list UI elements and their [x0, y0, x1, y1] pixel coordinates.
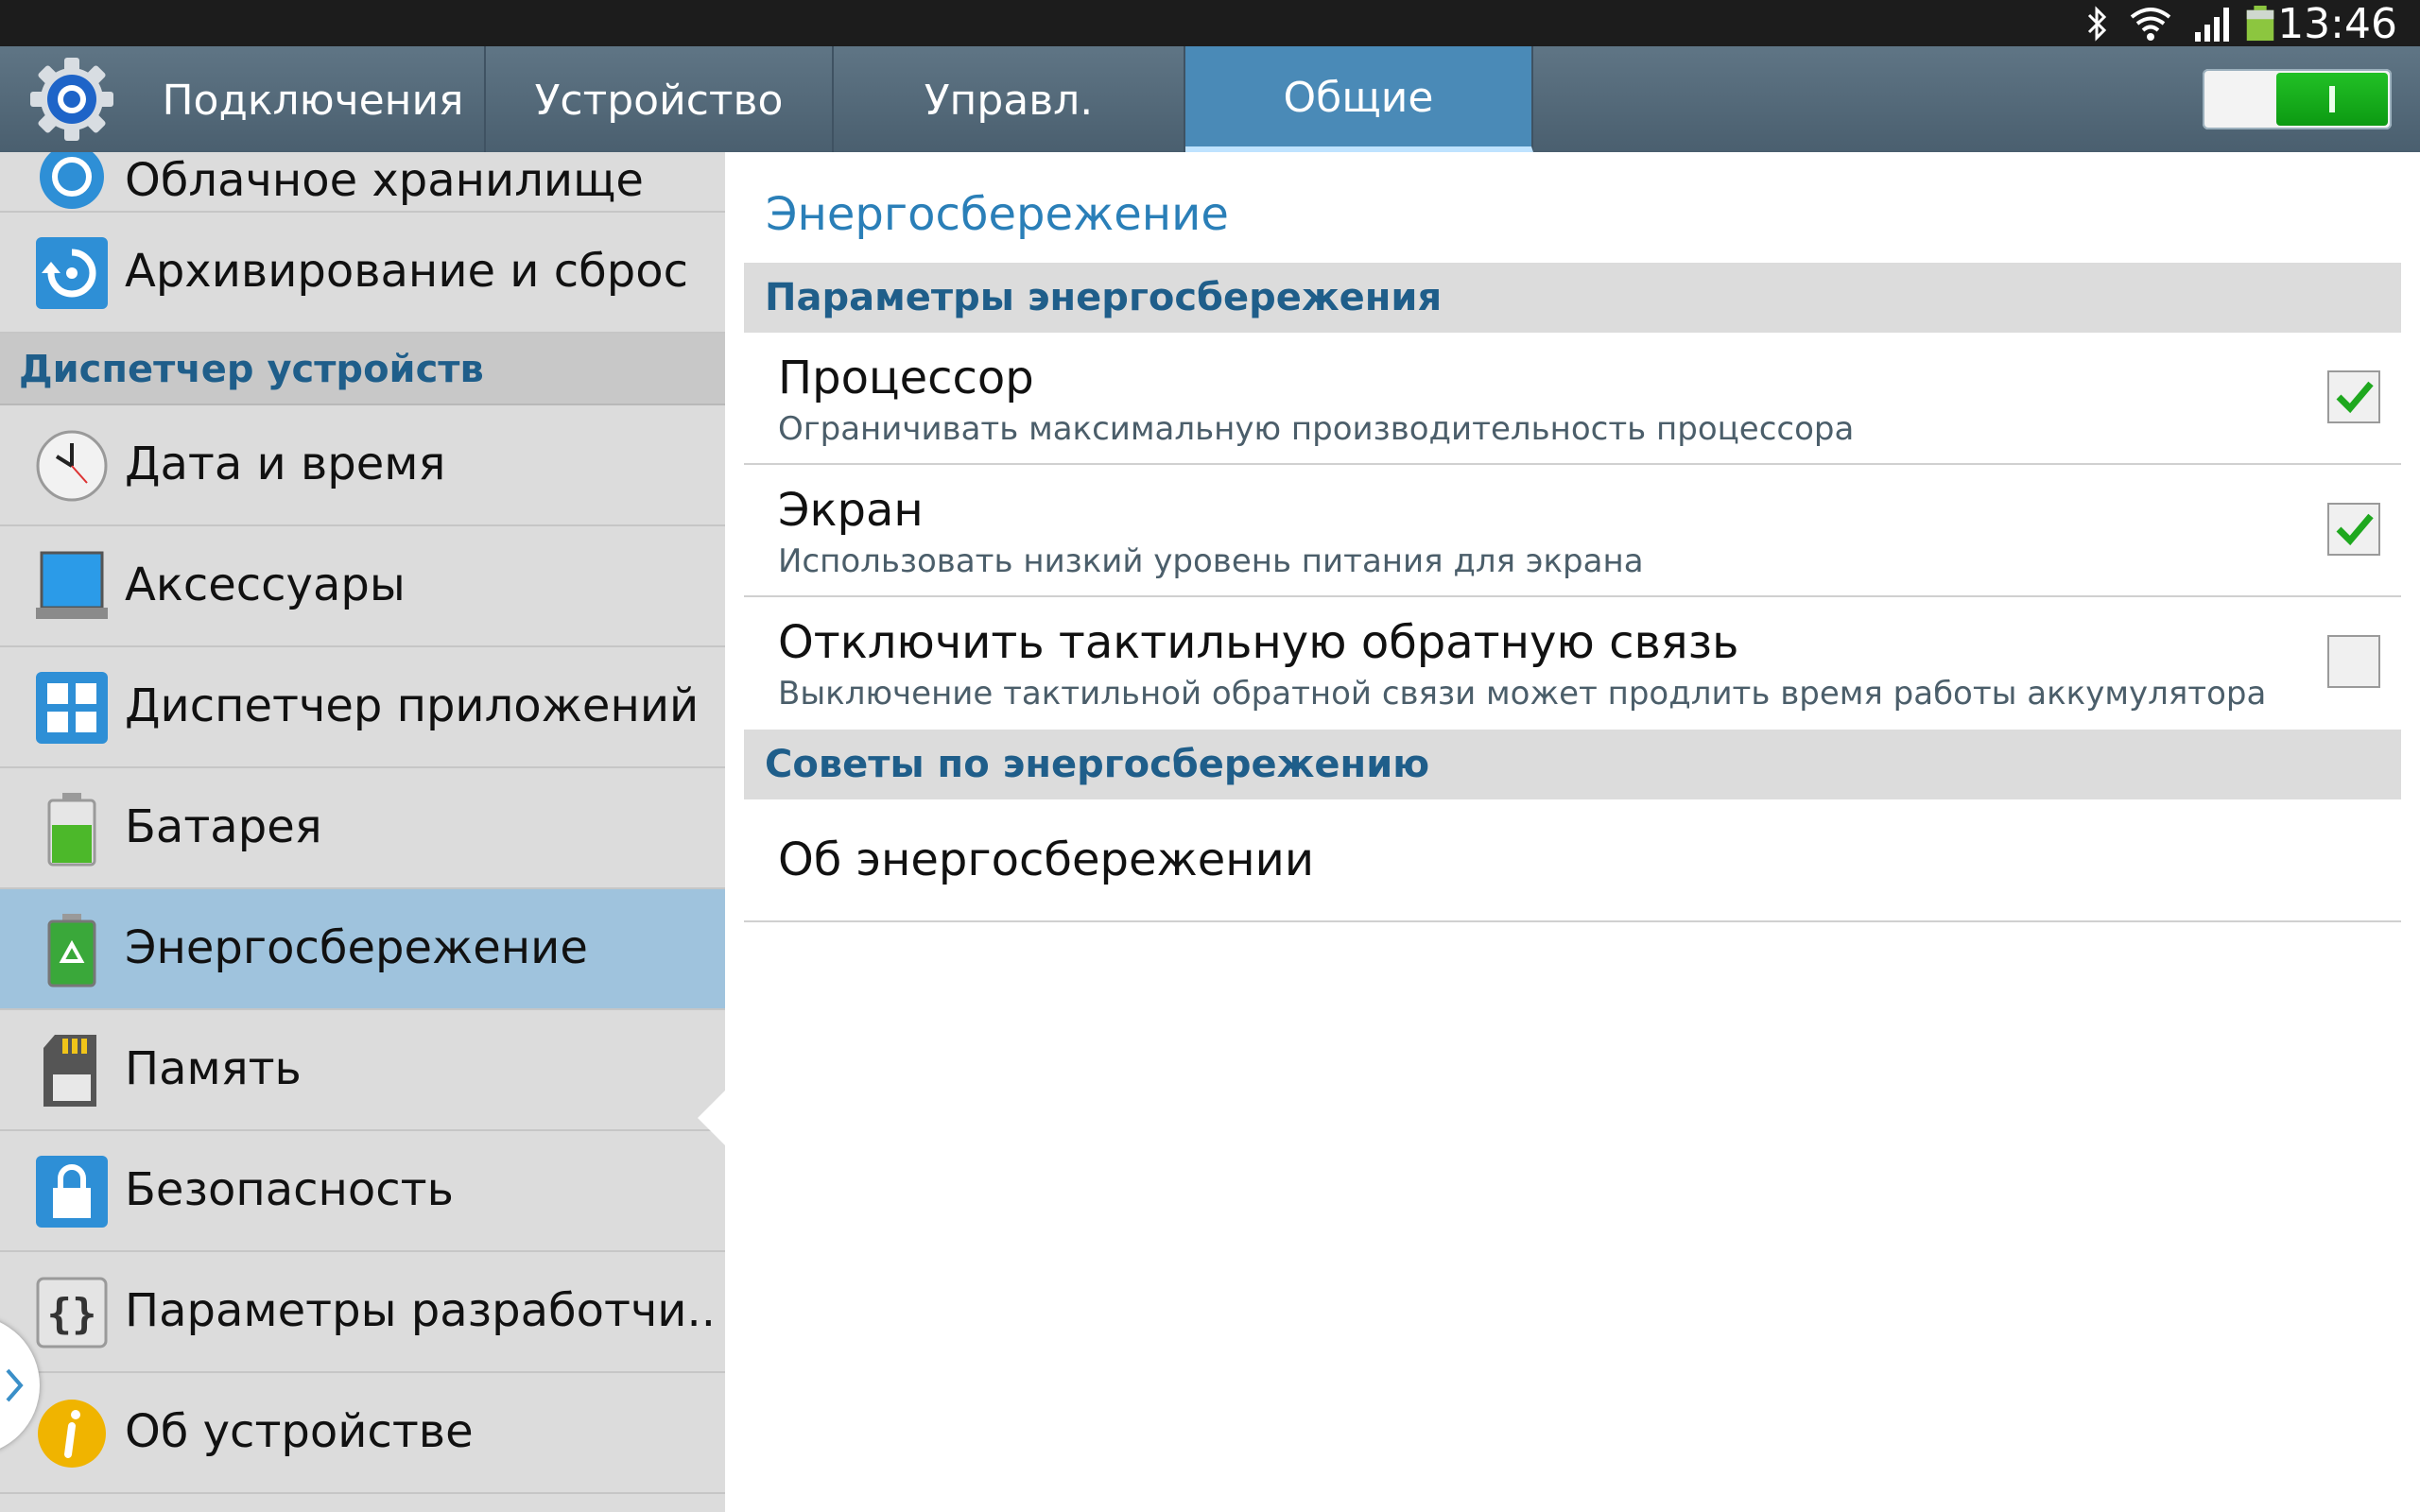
- check-icon: [2336, 381, 2374, 414]
- screen-checkbox[interactable]: [2327, 503, 2380, 556]
- battery-icon: [47, 793, 96, 867]
- cloud-icon: [40, 152, 104, 209]
- accessory-icon: [36, 551, 108, 619]
- clock-time: 13:46: [2277, 0, 2397, 48]
- svg-text:{}: {}: [47, 1290, 97, 1338]
- active-item-pointer: [698, 1088, 725, 1148]
- section-title: Диспетчер устройств: [19, 348, 484, 391]
- option-about-power-saving[interactable]: Об энергосбережении: [744, 799, 2401, 922]
- sidebar-item-label: Об устройстве: [125, 1405, 474, 1458]
- bluetooth-icon: [2087, 6, 2107, 42]
- check-icon: [2336, 513, 2374, 546]
- tab-connections[interactable]: Подключения: [142, 46, 486, 152]
- power-saving-panel: Энергосбережение Параметры энергосбереже…: [725, 152, 2420, 1512]
- braces-icon: {}: [36, 1277, 108, 1349]
- lock-icon: [36, 1156, 108, 1228]
- signal-icon: [2195, 8, 2229, 42]
- sidebar-item-backup[interactable]: Архивирование и сброс: [0, 213, 725, 334]
- sidebar-item-security[interactable]: Безопасность: [0, 1131, 725, 1252]
- sidebar-item-label: Энергосбережение: [125, 921, 588, 974]
- backup-reset-icon: [36, 237, 108, 309]
- master-toggle[interactable]: [2203, 69, 2392, 129]
- option-screen[interactable]: Экран Использовать низкий уровень питани…: [744, 465, 2401, 597]
- sd-card-icon: [43, 1035, 96, 1107]
- option-summary: Ограничивать максимальную производительн…: [778, 410, 1855, 448]
- option-title: Процессор: [778, 352, 1034, 404]
- option-title: Об энергосбережении: [778, 833, 1315, 886]
- sidebar-item-label: Аксессуары: [125, 558, 406, 611]
- haptic-checkbox[interactable]: [2327, 635, 2380, 688]
- sidebar-item-label: Безопасность: [125, 1163, 454, 1216]
- option-cpu[interactable]: Процессор Ограничивать максимальную прои…: [744, 333, 2401, 465]
- tab-controls[interactable]: Управл.: [834, 46, 1185, 152]
- section-header-power-saving-params: Параметры энергосбережения: [744, 263, 2401, 333]
- info-icon: [38, 1400, 106, 1468]
- sidebar: Облачное хранилище Архивирование и сброс…: [0, 152, 725, 1512]
- clock-icon: [36, 430, 108, 502]
- sidebar-item-date-time[interactable]: Дата и время: [0, 405, 725, 526]
- power-saving-icon: [47, 914, 96, 988]
- settings-gear-icon: [30, 58, 113, 141]
- sidebar-item-label: Память: [125, 1042, 302, 1095]
- sidebar-item-label: Параметры разработчи..: [125, 1284, 717, 1337]
- sidebar-item-accessories[interactable]: Аксессуары: [0, 526, 725, 647]
- option-title: Экран: [778, 484, 924, 537]
- sidebar-item-label: Архивирование и сброс: [125, 245, 688, 298]
- page-title: Энергосбережение: [766, 188, 1229, 241]
- sidebar-item-battery[interactable]: Батарея: [0, 768, 725, 889]
- apps-grid-icon: [36, 672, 108, 744]
- section-title: Советы по энергосбережению: [765, 743, 1430, 786]
- toggle-knob: [2276, 73, 2388, 126]
- sidebar-item-developer[interactable]: {} Параметры разработчи..: [0, 1252, 725, 1373]
- tab-general[interactable]: Общие: [1185, 46, 1533, 152]
- sidebar-item-memory[interactable]: Память: [0, 1010, 725, 1131]
- section-header-power-saving-tips: Советы по энергосбережению: [744, 730, 2401, 799]
- sidebar-item-label: Батарея: [125, 800, 322, 853]
- battery-icon: [2246, 6, 2274, 42]
- sidebar-item-label: Дата и время: [125, 438, 446, 490]
- sidebar-item-label: Облачное хранилище: [125, 154, 644, 207]
- tab-bar: Подключения Устройство Управл. Общие: [0, 46, 2420, 152]
- section-title: Параметры энергосбережения: [765, 276, 1443, 319]
- wifi-icon: [2130, 8, 2171, 41]
- sidebar-item-about[interactable]: Об устройстве: [0, 1373, 725, 1494]
- option-summary: Использовать низкий уровень питания для …: [778, 542, 1644, 580]
- option-summary: Выключение тактильной обратной связи мож…: [778, 675, 2267, 713]
- status-bar: 13:46: [0, 0, 2420, 48]
- option-title: Отключить тактильную обратную связь: [778, 616, 1739, 669]
- sidebar-item-power-saving[interactable]: Энергосбережение: [0, 889, 725, 1010]
- sidebar-item-label: Диспетчер приложений: [125, 679, 700, 732]
- tab-device[interactable]: Устройство: [486, 46, 834, 152]
- chevron-right-icon: [6, 1368, 24, 1402]
- option-haptic[interactable]: Отключить тактильную обратную связь Выкл…: [744, 597, 2401, 730]
- sidebar-item-cloud[interactable]: Облачное хранилище: [0, 152, 725, 213]
- cpu-checkbox[interactable]: [2327, 370, 2380, 423]
- sidebar-item-app-manager[interactable]: Диспетчер приложений: [0, 647, 725, 768]
- sidebar-section-header: Диспетчер устройств: [0, 334, 725, 405]
